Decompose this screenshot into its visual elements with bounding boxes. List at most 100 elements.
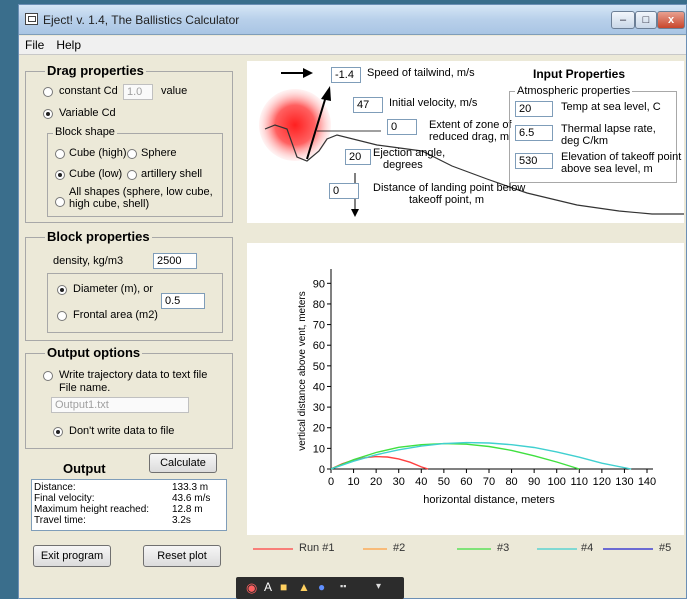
x-tick-label: 10 — [347, 476, 359, 488]
write-file-label: Write trajectory data to text file — [59, 369, 208, 381]
cube-low-radio[interactable] — [55, 170, 65, 180]
elevation-input[interactable]: 530 — [515, 153, 553, 169]
cube-low-label: Cube (low) — [69, 168, 123, 180]
tailwind-input[interactable]: -1.4 — [331, 67, 361, 83]
velocity-label: Initial velocity, m/s — [389, 97, 478, 109]
landing-arrowhead — [351, 209, 359, 217]
file-name-label: File name. — [59, 382, 111, 394]
legend-run1: Run #1 — [299, 542, 335, 554]
all-shapes-radio[interactable] — [55, 197, 65, 207]
menu-bar: File Help — [19, 36, 686, 55]
angle-label-2: degrees — [383, 159, 423, 171]
calculate-button[interactable]: Calculate — [149, 453, 217, 473]
output-title: Output — [63, 461, 106, 476]
exit-program-button[interactable]: Exit program — [33, 545, 111, 567]
block-shape-label: Block shape — [53, 126, 117, 138]
lapse-rate-input[interactable]: 6.5 — [515, 125, 553, 141]
temperature-input[interactable]: 20 — [515, 101, 553, 117]
output-results-box: Distance: 133.3 m Final velocity: 43.6 m… — [31, 479, 227, 531]
menu-file[interactable]: File — [19, 36, 50, 54]
ejection-angle-input[interactable]: 20 — [345, 149, 371, 165]
cube-high-label: Cube (high) — [69, 147, 127, 159]
landing-label-1: Distance of landing point below — [373, 182, 526, 194]
series-line-run3 — [330, 442, 580, 470]
density-label: density, kg/m3 — [53, 255, 124, 267]
atmospheric-title: Atmospheric properties — [515, 85, 633, 97]
max-height-key: Maximum height reached: — [34, 504, 150, 515]
minimize-button[interactable]: – — [611, 11, 635, 29]
x-tick-label: 0 — [328, 476, 334, 488]
constant-cd-value-input[interactable]: 1.0 — [123, 84, 153, 100]
reset-plot-button[interactable]: Reset plot — [143, 545, 221, 567]
tailwind-label: Speed of tailwind, m/s — [367, 67, 475, 79]
sphere-radio[interactable] — [127, 149, 137, 159]
travel-time-value: 3.2s — [172, 515, 191, 526]
landing-input[interactable]: 0 — [329, 183, 359, 199]
constant-cd-radio[interactable] — [43, 87, 53, 97]
zone-input[interactable]: 0 — [387, 119, 417, 135]
file-name-input[interactable]: Output1.txt — [51, 397, 189, 413]
x-tick-label: 40 — [415, 476, 427, 488]
block-properties-title: Block properties — [45, 229, 152, 244]
menu-help[interactable]: Help — [50, 36, 87, 54]
x-tick-label: 80 — [505, 476, 517, 488]
input-properties-panel: -1.4 Speed of tailwind, m/s 47 Initial v… — [247, 61, 684, 223]
input-properties-title: Input Properties — [533, 67, 626, 81]
window-title: Eject! v. 1.4, The Ballistics Calculator — [43, 13, 240, 27]
y-tick-label: 90 — [313, 278, 325, 290]
frontal-area-radio[interactable] — [57, 311, 67, 321]
cube-high-radio[interactable] — [55, 149, 65, 159]
x-tick-label: 50 — [438, 476, 450, 488]
ime-help-icon[interactable]: ● — [318, 580, 325, 594]
size-input[interactable]: 0.5 — [161, 293, 205, 309]
y-tick-label: 60 — [313, 340, 325, 352]
diameter-radio[interactable] — [57, 285, 67, 295]
app-icon — [25, 13, 38, 25]
write-file-radio[interactable] — [43, 371, 53, 381]
ime-caps-icon[interactable]: ▪▪ — [340, 581, 346, 591]
legend-run2: #2 — [393, 542, 406, 554]
y-axis-label: vertical distance above vent, meters — [297, 291, 308, 451]
max-height-value: 12.8 m — [172, 504, 203, 515]
elevation-label-2: above sea level, m — [561, 163, 653, 175]
ime-icon[interactable]: ◉ — [246, 580, 257, 596]
landing-label-2: takeoff point, m — [409, 194, 485, 206]
dont-write-radio[interactable] — [53, 427, 63, 437]
y-tick-label: 30 — [313, 402, 325, 414]
x-tick-label: 70 — [483, 476, 495, 488]
x-tick-label: 110 — [571, 476, 589, 488]
output-options-title: Output options — [45, 345, 143, 360]
zone-label-1: Extent of zone of — [429, 119, 512, 131]
y-tick-label: 0 — [319, 464, 325, 476]
final-velocity-key: Final velocity: — [34, 493, 95, 504]
x-tick-label: 20 — [370, 476, 382, 488]
x-tick-label: 100 — [548, 476, 566, 488]
x-axis-label: horizontal distance, meters — [423, 494, 555, 506]
ime-dictionary-icon[interactable]: ▲ — [298, 580, 310, 594]
app-window: Eject! v. 1.4, The Ballistics Calculator… — [18, 4, 687, 599]
artillery-shell-radio[interactable] — [127, 170, 137, 180]
density-input[interactable]: 2500 — [153, 253, 197, 269]
constant-cd-label: constant Cd — [59, 85, 118, 97]
ime-options-icon[interactable]: ▾ — [376, 581, 381, 592]
close-button[interactable]: x — [657, 11, 685, 29]
velocity-input[interactable]: 47 — [353, 97, 383, 113]
ime-mode-icon[interactable]: A — [264, 580, 272, 594]
diameter-label: Diameter (m), or — [73, 283, 154, 295]
all-shapes-label-1: All shapes (sphere, low cube, — [69, 186, 213, 198]
series-line-run4 — [330, 441, 632, 470]
x-tick-label: 120 — [593, 476, 611, 488]
chart-panel: 0 10 20 30 40 50 60 70 80 90 100 110 120 130 140 0 10 20 3… — [247, 243, 684, 535]
y-tick-label: 80 — [313, 299, 325, 311]
x-tick-label: 130 — [615, 476, 633, 488]
variable-cd-radio[interactable] — [43, 109, 53, 119]
artillery-shell-label: artillery shell — [141, 168, 203, 180]
distance-key: Distance: — [34, 482, 76, 493]
x-tick-label: 140 — [638, 476, 656, 488]
frontal-area-label: Frontal area (m2) — [73, 309, 158, 321]
legend-run5: #5 — [659, 542, 672, 554]
velocity-arrowhead — [321, 86, 331, 101]
dont-write-label: Don't write data to file — [69, 425, 175, 437]
ime-tools-icon[interactable]: ■ — [280, 580, 287, 594]
maximize-button[interactable]: □ — [635, 11, 657, 29]
